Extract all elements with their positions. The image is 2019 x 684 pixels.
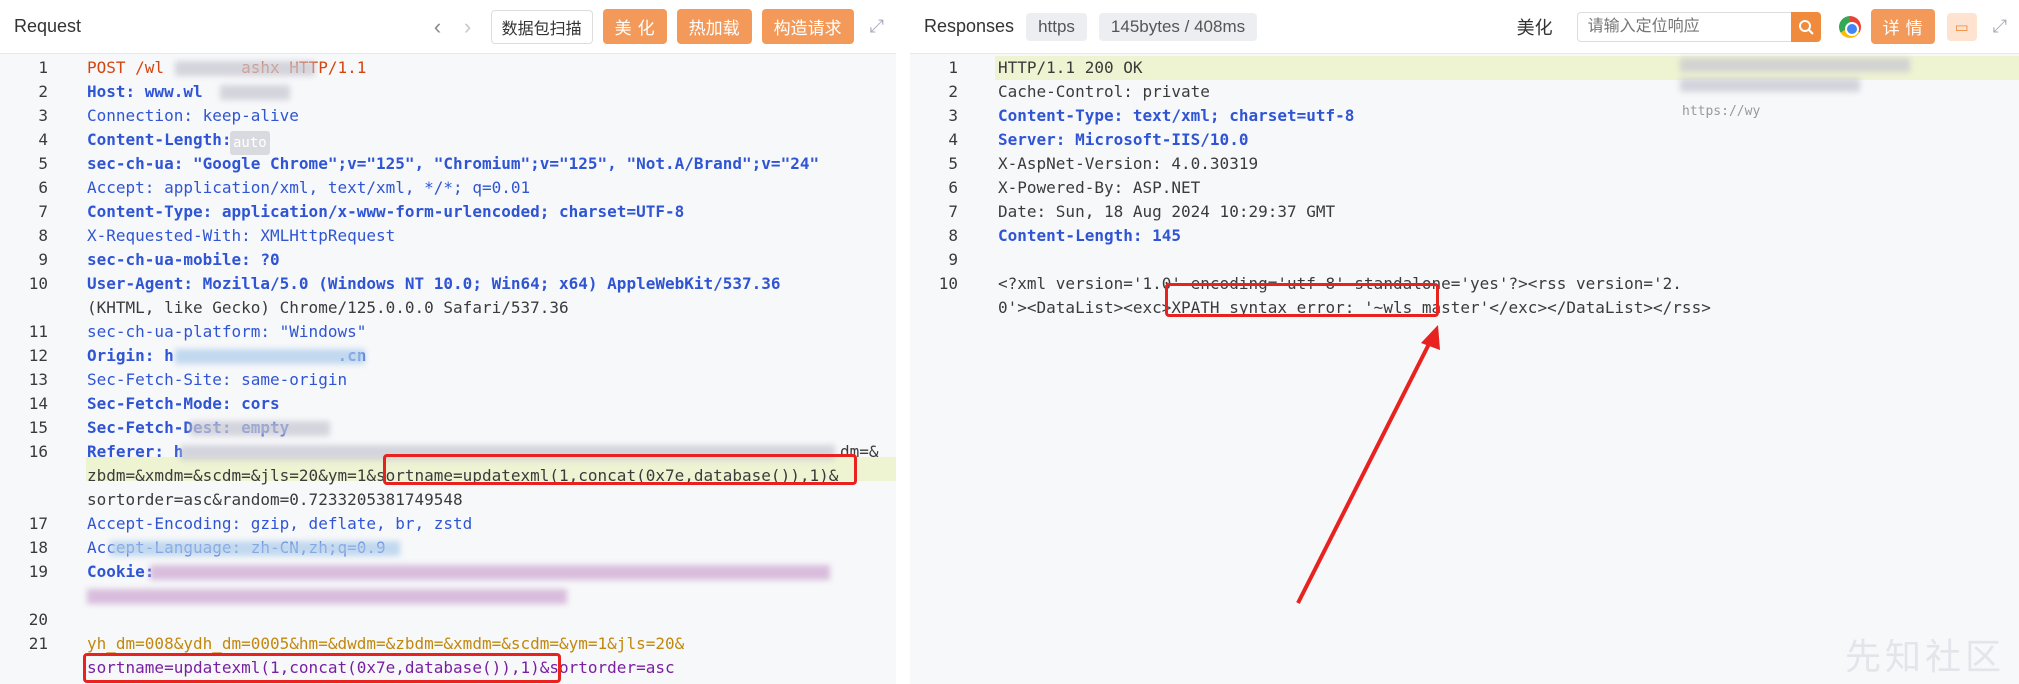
protocol-tag: https [1026,12,1087,41]
line-number: 10 [28,274,48,293]
redaction [220,85,290,100]
locate-input[interactable] [1576,11,1791,42]
redaction [175,349,365,364]
redaction [175,61,315,76]
injection-highlight-box [383,454,857,485]
line-number: 10 [938,274,958,293]
request-line: User-Agent: Mozilla/5.0 (Windows NT 10.0… [87,274,781,293]
response-panel: Responses https 145bytes / 408ms 美化 详情 ▭… [910,0,2019,684]
size-time-tag: 145bytes / 408ms [1098,12,1258,41]
request-line: Referer: h [87,442,184,461]
beautify-button[interactable]: 美化 [602,9,667,44]
response-line: Cache-Control: private [998,82,1210,101]
construct-request-button[interactable]: 构造请求 [761,9,854,44]
beautify-toggle[interactable]: 美化 [1506,9,1563,44]
line-number: 5 [948,154,958,173]
line-number: 8 [38,226,48,245]
line-number: 7 [38,202,48,221]
line-number: 6 [38,178,48,197]
request-panel: Request ‹ › 数据包扫描 美化 热加载 构造请求 ⤢ 1 2 3 4 … [0,0,896,684]
side-hint-text: https://wy [1682,104,1761,119]
line-number: 12 [28,346,48,365]
line-number: 14 [28,394,48,413]
line-number: 19 [28,562,48,581]
forward-arrow-icon[interactable]: › [453,14,483,40]
packet-scan-button[interactable]: 数据包扫描 [490,9,593,44]
request-line: Host: www.wl [87,82,203,101]
line-number: 4 [948,130,958,149]
line-number: 15 [28,418,48,437]
expand-icon[interactable]: ⤢ [870,16,884,37]
line-number: 3 [38,106,48,125]
response-line: Content-Length: 145 [998,226,1182,245]
line-number: 2 [948,82,958,101]
line-number: 18 [28,538,48,557]
request-line: Content-Type: application/x-www-form-url… [87,202,685,221]
request-line: Accept-Encoding: gzip, deflate, br, zstd [87,514,473,533]
response-line: X-Powered-By: ASP.NET [998,178,1201,197]
line-number: 1 [38,58,48,77]
request-line-continuation: sortorder=asc&random=0.7233205381749548 [87,490,463,509]
line-number: 1 [948,58,958,77]
request-toolbar: Request ‹ › 数据包扫描 美化 热加载 构造请求 ⤢ [0,0,896,54]
line-number: 21 [28,634,48,653]
redaction [87,589,567,604]
line-number: 13 [28,370,48,389]
redaction [1680,58,1910,72]
search-icon[interactable] [1790,11,1821,42]
back-arrow-icon[interactable]: ‹ [423,14,453,40]
line-number: 20 [28,610,48,629]
response-line: Content-Type: text/xml; charset=utf-8 [998,106,1355,125]
line-number: 6 [948,178,958,197]
line-number: 11 [28,322,48,341]
redaction [1680,78,1860,92]
expand-icon[interactable]: ⤢ [1993,16,2007,37]
request-line: sec-ch-ua: "Google Chrome";v="125", "Chr… [87,154,820,173]
watermark-text: 先知社区 [1844,636,2005,677]
line-number: 9 [38,250,48,269]
chrome-icon[interactable] [1838,15,1861,38]
request-line: Cookie: [87,562,155,581]
error-highlight-box [1165,283,1439,317]
line-number: 3 [948,106,958,125]
response-title: Responses [924,16,1015,36]
response-line: Server: Microsoft-IIS/10.0 [998,130,1249,149]
request-line: sec-ch-ua-platform: "Windows" [87,322,367,341]
line-number: 7 [948,202,958,221]
response-line: HTTP/1.1 200 OK [998,58,1143,77]
request-line: Connection: keep-alive [87,106,299,125]
line-number: 8 [948,226,958,245]
request-line-continuation: (KHTML, like Gecko) Chrome/125.0.0.0 Saf… [87,298,569,317]
request-line: sec-ch-ua-mobile: ?0 [87,250,280,269]
response-line: X-AspNet-Version: 4.0.30319 [998,154,1259,173]
injection-highlight-box [83,653,561,683]
line-number: 4 [38,130,48,149]
request-title: Request [14,16,82,36]
request-line: X-Requested-With: XMLHttpRequest [87,226,396,245]
details-button[interactable]: 详情 [1870,9,1935,44]
line-number: 5 [38,154,48,173]
line-number: 2 [38,82,48,101]
request-line: Accept: application/xml, text/xml, */*; … [87,178,531,197]
line-number: 9 [948,250,958,269]
locate-search[interactable] [1576,11,1821,42]
line-number: 17 [28,514,48,533]
redaction [190,421,330,436]
pane-divider[interactable] [896,0,910,684]
request-line: Sec-Fetch-Mode: cors [87,394,280,413]
request-line: Sec-Fetch-Site: same-origin [87,370,348,389]
redaction [150,565,830,580]
hot-load-button[interactable]: 热加载 [676,9,752,44]
comment-icon[interactable]: ▭ [1946,12,1977,41]
redaction [110,541,400,556]
response-toolbar: Responses https 145bytes / 408ms 美化 详情 ▭… [910,0,2019,54]
line-number: 16 [28,442,48,461]
response-line: Date: Sun, 18 Aug 2024 10:29:37 GMT [998,202,1336,221]
